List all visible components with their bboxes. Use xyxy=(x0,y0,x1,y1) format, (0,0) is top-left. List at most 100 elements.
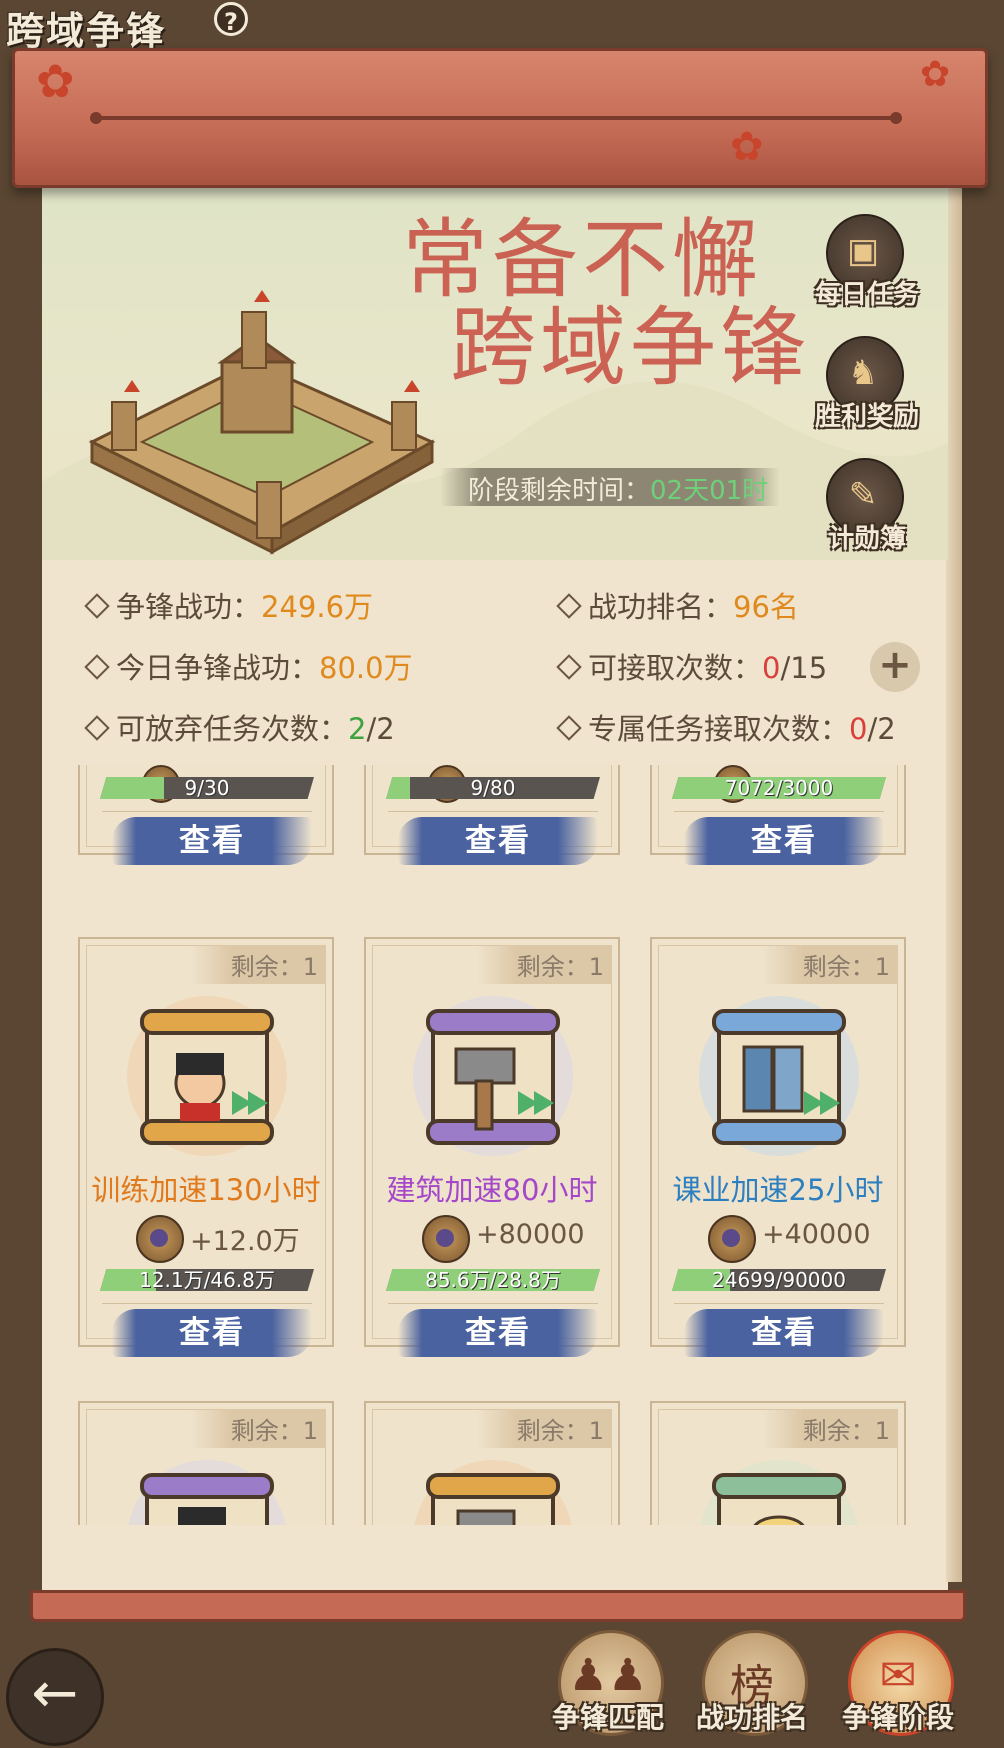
diamond-bullet-icon xyxy=(84,593,110,619)
abandon-used: 2 xyxy=(348,712,367,746)
diamond-bullet-icon xyxy=(84,715,110,741)
task-card: 9/30 查看 xyxy=(78,765,334,865)
view-button[interactable]: 查看 xyxy=(398,817,598,865)
task-progress-bar: 9/30 xyxy=(100,777,314,799)
progress-text: 85.6万/28.8万 xyxy=(425,1268,561,1292)
back-button[interactable]: ← xyxy=(6,1648,104,1746)
rank-value: 96名 xyxy=(733,590,799,624)
stage-timer: 阶段剩余时间：02天01时 xyxy=(468,470,768,507)
stat-merit: 争锋战功：249.6万 xyxy=(84,584,374,626)
task-progress-bar: 12.1万/46.8万 xyxy=(100,1269,314,1291)
help-icon[interactable]: ? xyxy=(214,2,248,36)
remaining-count: 剩余：1 xyxy=(762,945,898,984)
stage-scroll-icon: ✉ xyxy=(879,1650,917,1701)
abandon-label: 可放弃任务次数： xyxy=(116,712,349,746)
diamond-bullet-icon xyxy=(556,593,582,619)
accept-used: 0 xyxy=(762,651,781,685)
view-button[interactable]: 查看 xyxy=(684,817,884,865)
merit-book-button[interactable]: ✎ 计勋簿 xyxy=(812,458,908,564)
daily-tasks-button[interactable]: ▣ 每日任务 xyxy=(812,214,919,320)
nav-stage-button[interactable]: ✉ 争锋阶段 xyxy=(838,1630,958,1740)
exclusive-used: 0 xyxy=(849,712,868,746)
stat-abandon-count: 可放弃任务次数：2/2 xyxy=(84,706,395,748)
task-reward: +12.0万 xyxy=(190,1226,300,1257)
study-scroll-icon xyxy=(700,1460,858,1525)
merit-label: 争锋战功： xyxy=(116,590,262,624)
task-progress-bar: 9/80 xyxy=(386,777,600,799)
task-card: 剩余：1 xyxy=(78,1401,334,1525)
building-scroll-icon xyxy=(413,996,573,1156)
nav-ranking-button[interactable]: 榜 战功排名 xyxy=(692,1630,812,1740)
stat-today-merit: 今日争锋战功：80.0万 xyxy=(84,645,413,687)
remaining-count: 剩余：1 xyxy=(476,1409,612,1448)
nav-ranking-label: 战功排名 xyxy=(695,1701,808,1734)
maple-leaf-icon: ✿ xyxy=(36,54,75,108)
diamond-bullet-icon xyxy=(556,654,582,680)
accept-label: 可接取次数： xyxy=(588,651,763,685)
back-arrow-icon: ← xyxy=(31,1661,79,1726)
card-divider xyxy=(674,811,884,812)
remaining-count: 剩余：1 xyxy=(762,1409,898,1448)
nav-match-label: 争锋匹配 xyxy=(551,1701,664,1734)
task-reward: +40000 xyxy=(762,1219,871,1250)
today-label: 今日争锋战功： xyxy=(116,651,320,685)
abandon-total: /2 xyxy=(366,712,395,746)
card-divider xyxy=(102,1303,312,1304)
task-card: 剩余：1 xyxy=(364,1401,620,1525)
add-accept-count-button[interactable]: + xyxy=(870,642,920,692)
progress-text: 9/30 xyxy=(184,776,230,800)
rod-knob-right xyxy=(890,112,902,124)
building-scroll-icon xyxy=(414,1460,572,1525)
task-name: 训练加速130小时 xyxy=(91,1173,321,1207)
rod-cord xyxy=(92,116,900,120)
nav-stage-label: 争锋阶段 xyxy=(841,1701,954,1734)
diamond-bullet-icon xyxy=(556,715,582,741)
exclusive-label: 专属任务接取次数： xyxy=(588,712,850,746)
view-button[interactable]: 查看 xyxy=(398,1309,598,1357)
scroll-edge xyxy=(946,182,962,1582)
stat-accept-count: 可接取次数：0/15 xyxy=(556,645,828,687)
victory-reward-button[interactable]: ♞ 胜利奖励 xyxy=(812,336,919,442)
progress-text: 24699/90000 xyxy=(712,1268,846,1292)
progress-text: 9/80 xyxy=(470,776,516,800)
task-progress-bar: 24699/90000 xyxy=(672,1269,886,1291)
today-value: 80.0万 xyxy=(319,651,413,685)
task-progress-bar: 85.6万/28.8万 xyxy=(386,1269,600,1291)
card-divider xyxy=(674,1303,884,1304)
view-button[interactable]: 查看 xyxy=(684,1309,884,1357)
scroll-bottom-rod xyxy=(30,1590,966,1622)
merit-book-label: 计勋簿 xyxy=(827,524,906,554)
nav-match-button[interactable]: ♟♟ 争锋匹配 xyxy=(548,1630,668,1740)
merit-value: 249.6万 xyxy=(261,590,374,624)
task-card: 7072/3000 查看 xyxy=(650,765,906,865)
maple-leaf-icon: ✿ xyxy=(920,54,951,95)
timer-value: 02天01时 xyxy=(650,476,769,506)
progress-text: 7072/3000 xyxy=(724,776,834,800)
task-card-training: 剩余：1 训练加速130小时 +12.0万 12.1万/46.8万 查看 xyxy=(78,937,334,1357)
task-name: 课业加速25小时 xyxy=(672,1173,884,1207)
scroll-book-icon: ✎ xyxy=(848,475,878,515)
timer-label: 阶段剩余时间： xyxy=(468,476,651,506)
daily-tasks-label: 每日任务 xyxy=(814,280,919,310)
rank-label: 战功排名： xyxy=(588,590,734,624)
remaining-count: 剩余：1 xyxy=(190,1409,326,1448)
card-divider xyxy=(388,811,598,812)
task-card-building: 剩余：1 建筑加速80小时 +80000 85.6万/28.8万 查看 xyxy=(364,937,620,1357)
soldiers-icon: ♟♟ xyxy=(568,1650,648,1701)
treasure-chest-icon: ▣ xyxy=(846,231,880,271)
task-grid[interactable]: 9/30 查看 9/80 查看 7072/3000 查看 剩余：1 训练加速13… xyxy=(70,765,922,1525)
accept-total: /15 xyxy=(780,651,828,685)
training-scroll-icon xyxy=(128,1460,286,1525)
task-name: 建筑加速80小时 xyxy=(386,1173,598,1207)
view-button[interactable]: 查看 xyxy=(112,1309,312,1357)
remaining-count: 剩余：1 xyxy=(476,945,612,984)
view-button[interactable]: 查看 xyxy=(112,817,312,865)
horse-reward-icon: ♞ xyxy=(847,353,879,393)
merit-coin-icon xyxy=(708,1215,756,1263)
progress-text: 12.1万/46.8万 xyxy=(139,1268,275,1292)
exclusive-total: /2 xyxy=(867,712,896,746)
slogan-line-2: 跨域争锋 xyxy=(450,298,810,398)
task-progress-bar: 7072/3000 xyxy=(672,777,886,799)
card-divider xyxy=(102,811,312,812)
victory-reward-label: 胜利奖励 xyxy=(814,402,919,432)
